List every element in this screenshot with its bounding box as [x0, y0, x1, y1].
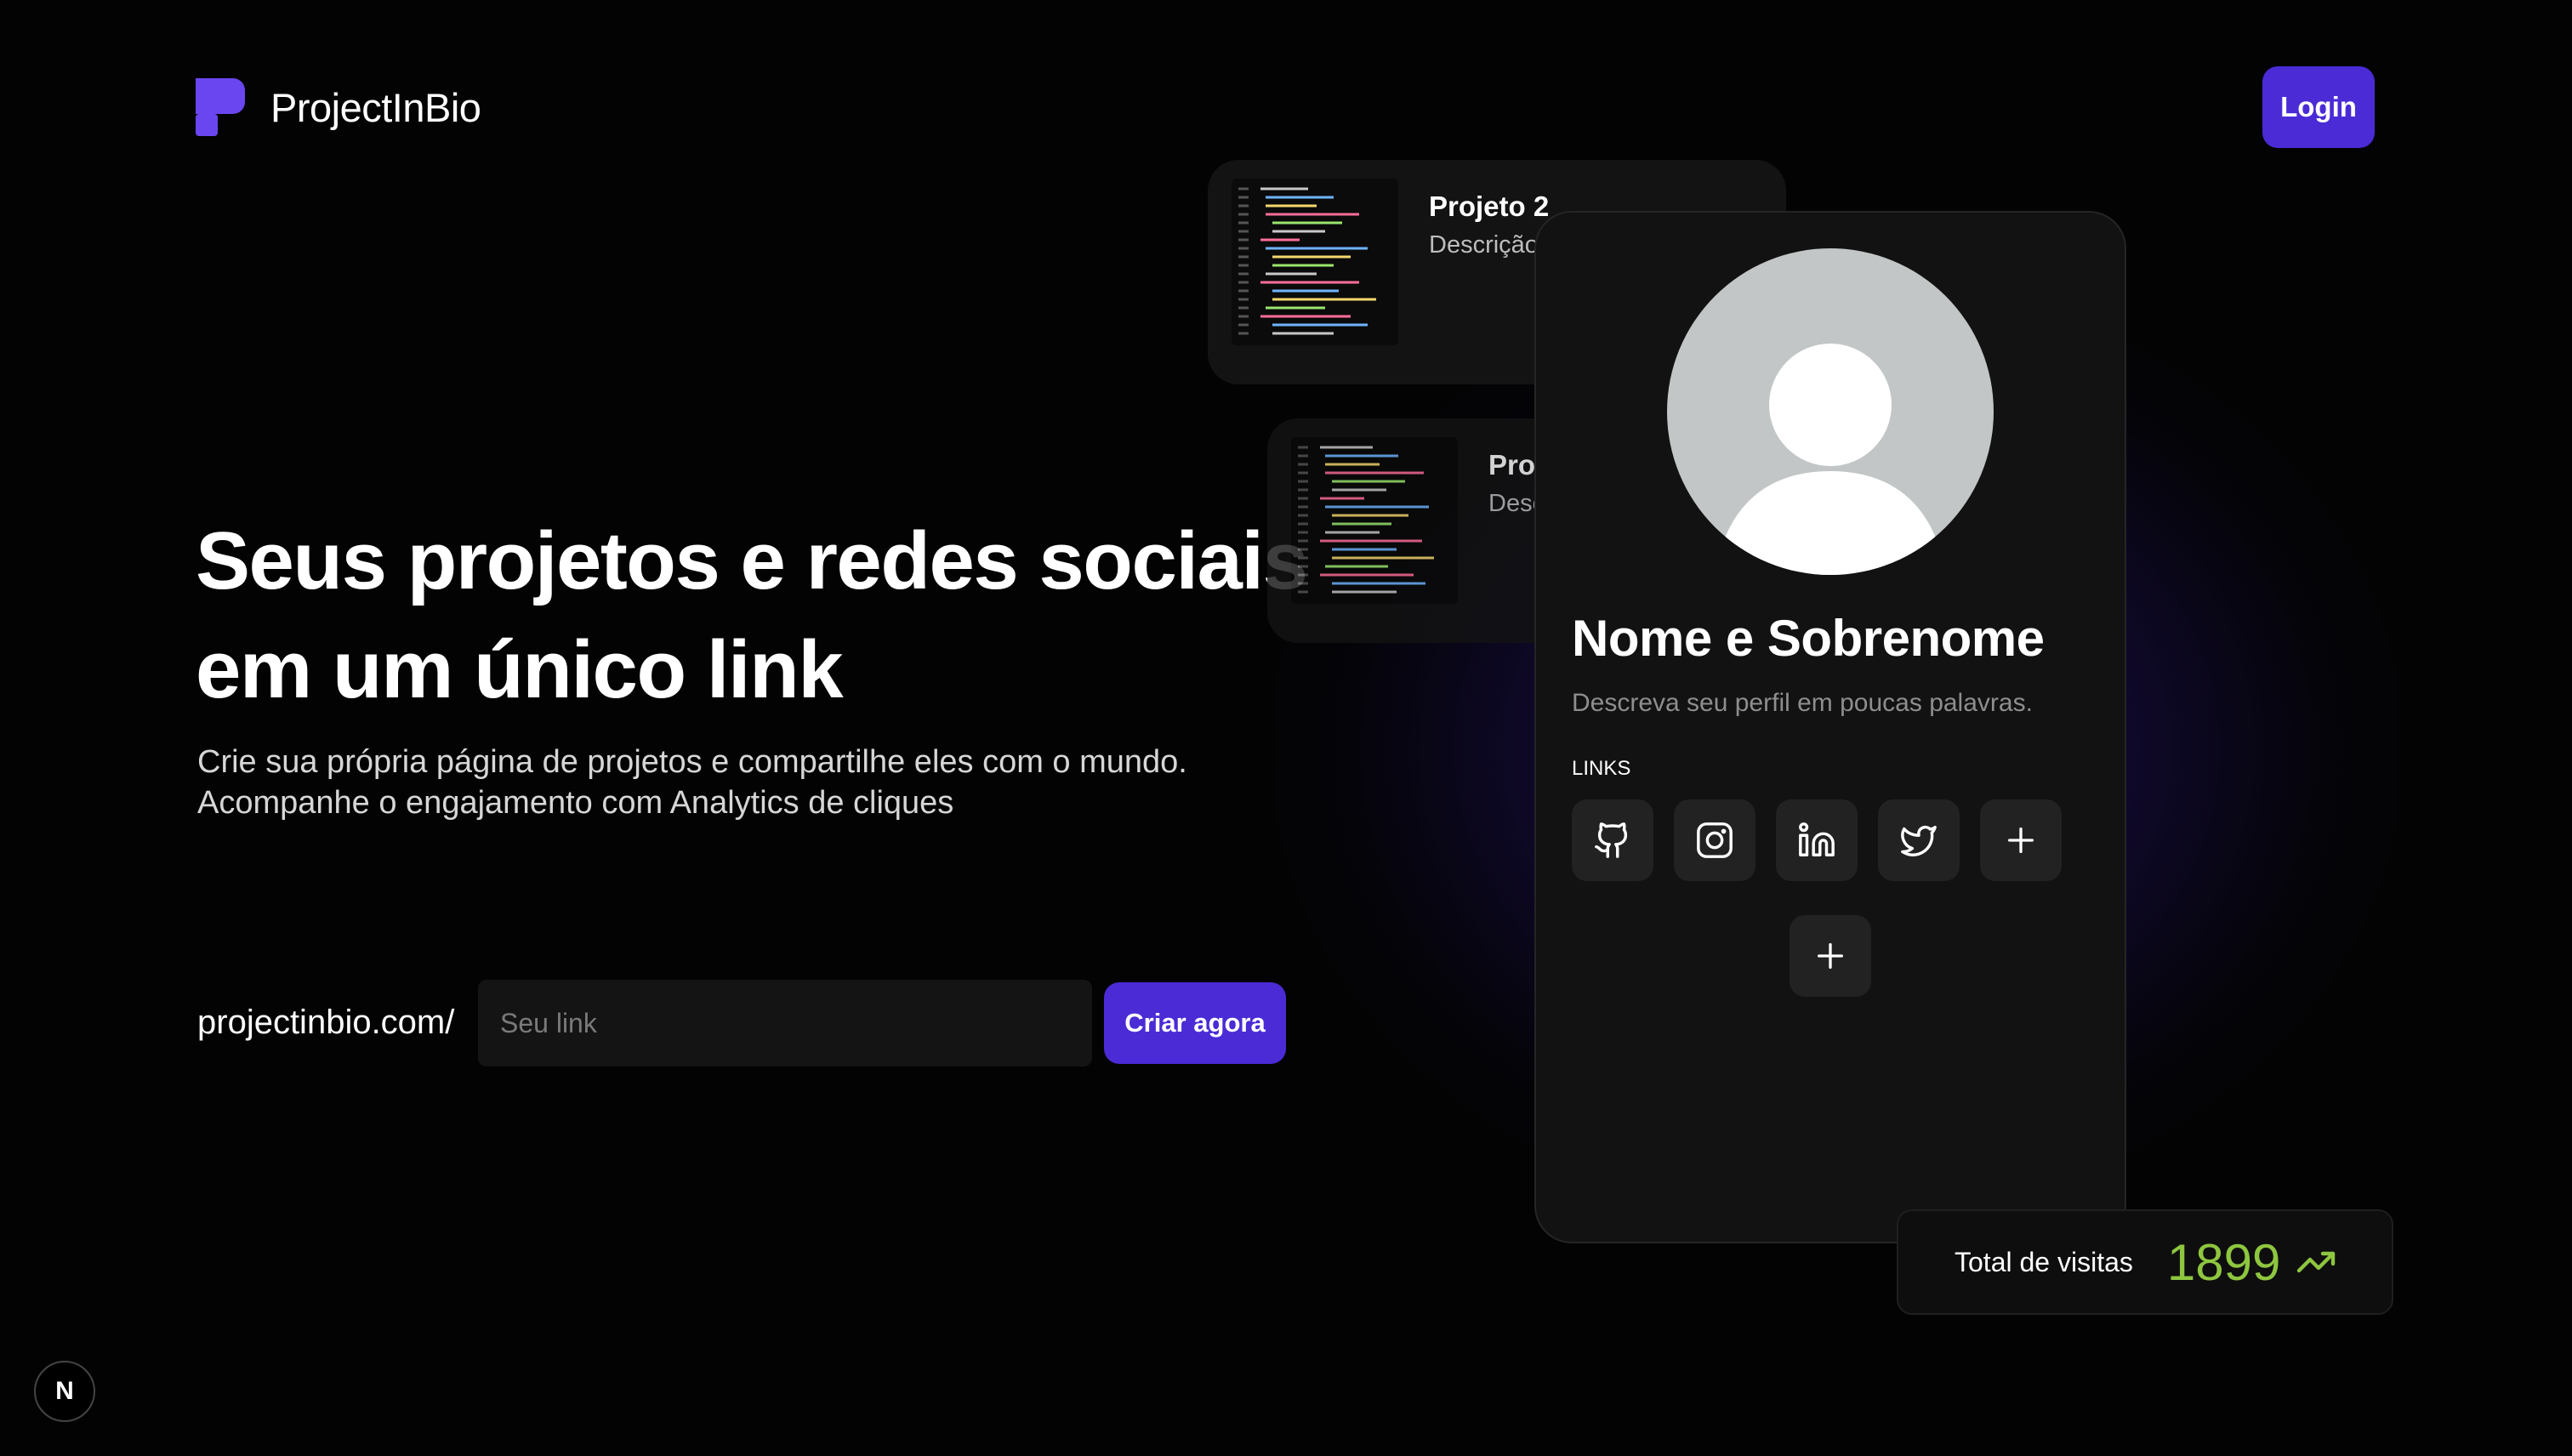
github-icon [1595, 822, 1628, 858]
logo-mark-icon [196, 78, 245, 136]
hero-subtitle-line-2: Acompanhe o engajamento com Analytics de… [197, 785, 954, 821]
profile-card: Nome e Sobrenome Descreva seu perfil em … [1534, 211, 2126, 1243]
brand-name: ProjectInBio [270, 84, 481, 130]
visits-value: 1899 [2166, 1233, 2281, 1291]
total-visits-card: Total de visitas 1899 [1897, 1209, 2393, 1315]
hero-title-line-2: em um único link [196, 624, 844, 715]
social-links [1572, 799, 2062, 881]
add-project-button[interactable] [1790, 915, 1871, 997]
create-now-button[interactable]: Criar agora [1104, 982, 1286, 1064]
instagram-icon [1697, 822, 1733, 858]
github-link-button[interactable] [1572, 799, 1653, 881]
twitter-icon [1901, 825, 1937, 856]
user-silhouette-icon [1715, 344, 1946, 575]
trending-up-icon [2297, 1251, 2336, 1273]
twitter-link-button[interactable] [1878, 799, 1960, 881]
profile-description: Descreva seu perfil em poucas palavras. [1572, 689, 2033, 717]
project-description: Descrição [1429, 231, 1539, 259]
hero-title: Seus projetos e redes sociais em um únic… [196, 507, 1352, 725]
plus-icon [2008, 828, 2034, 853]
profile-name: Nome e Sobrenome [1572, 610, 2045, 667]
linkedin-icon [1799, 822, 1835, 856]
hero-title-line-1: Seus projetos e redes sociais [196, 515, 1308, 606]
project-info: Projeto 2 Descrição [1429, 179, 1549, 366]
avatar[interactable] [1667, 248, 1994, 575]
links-label: LINKS [1572, 757, 1631, 780]
nextjs-badge-icon[interactable]: N [34, 1361, 95, 1422]
visits-label: Total de visitas [1955, 1246, 2133, 1277]
instagram-link-button[interactable] [1674, 799, 1755, 881]
project-thumbnail [1232, 179, 1398, 345]
link-input[interactable] [478, 980, 1092, 1066]
project-title: Projeto 2 [1429, 191, 1550, 222]
link-prefix: projectinbio.com/ [197, 1004, 455, 1041]
hero-subtitle: Crie sua própria página de projetos e co… [197, 742, 1354, 823]
project-thumbnail [1291, 437, 1458, 604]
landing-page: ProjectInBio Login Seus projetos e redes… [0, 0, 2572, 1456]
plus-icon [1818, 943, 1843, 969]
add-link-button[interactable] [1980, 799, 2062, 881]
linkedin-link-button[interactable] [1776, 799, 1858, 881]
login-button[interactable]: Login [2262, 66, 2375, 148]
hero-subtitle-line-1: Crie sua própria página de projetos e co… [197, 744, 1187, 780]
brand-logo[interactable]: ProjectInBio [196, 78, 481, 136]
